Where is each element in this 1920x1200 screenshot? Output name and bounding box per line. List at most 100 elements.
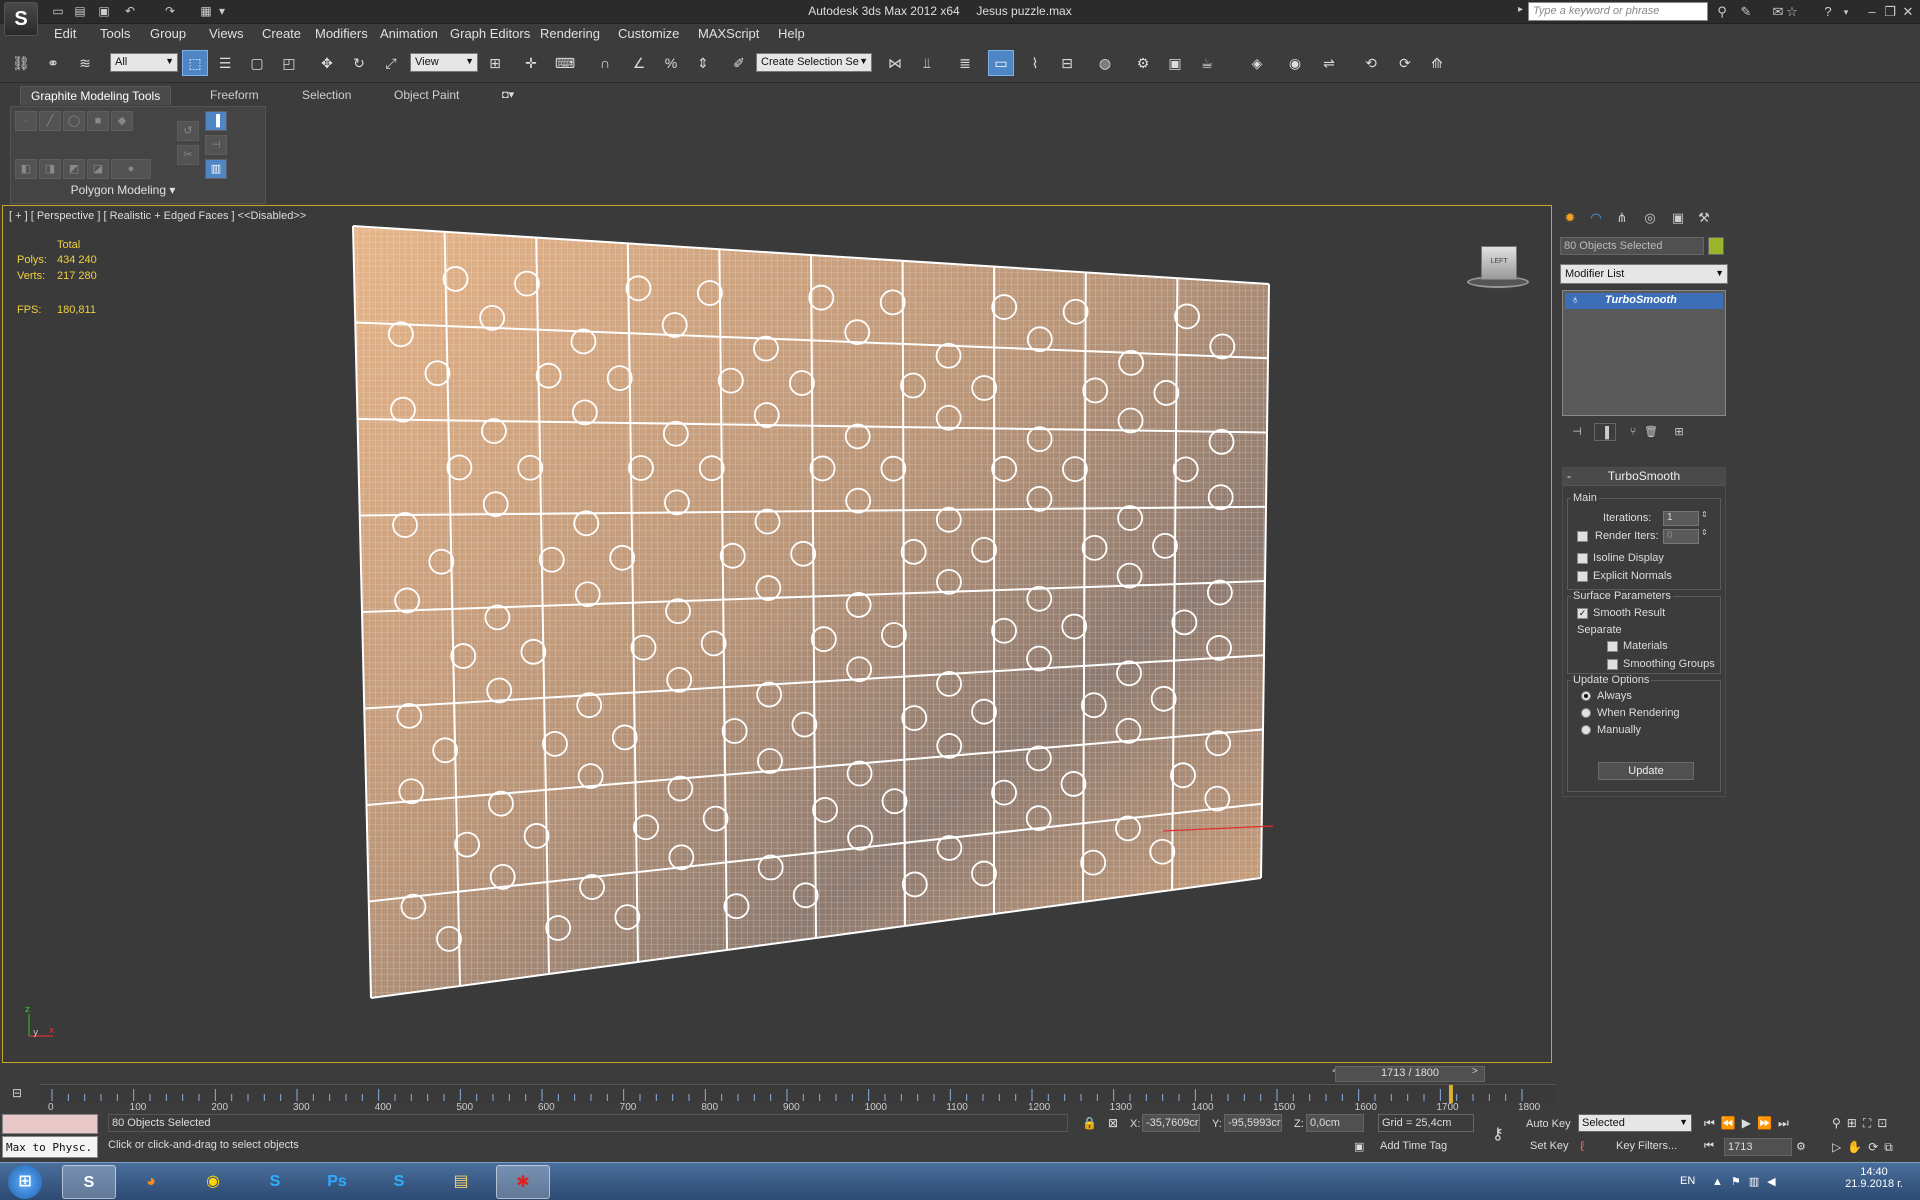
always-radio[interactable] [1581, 691, 1591, 701]
menu-rendering[interactable]: Rendering [540, 26, 600, 41]
reference-coord-dropdown[interactable]: View ▼ [410, 53, 478, 72]
mini-curve-editor-icon[interactable]: ⊟ [2, 1086, 32, 1104]
physx-reset-icon[interactable]: ⟰ [1424, 50, 1450, 76]
object-name-field[interactable]: 80 Objects Selected [1560, 237, 1704, 255]
link-icon[interactable]: ⛓ [8, 50, 34, 76]
pan-icon[interactable]: ✋ [1847, 1140, 1868, 1154]
angle-snap-icon[interactable]: ∠ [626, 50, 652, 76]
select-by-name-icon[interactable]: ☰ [212, 50, 238, 76]
physx-tool-3-icon[interactable]: ⇌ [1316, 50, 1342, 76]
clock[interactable]: 14:40 21.9.2018 г. [1834, 1166, 1914, 1190]
layer-manager-icon[interactable]: ≣ [952, 50, 978, 76]
maxscript-listener-pink[interactable] [2, 1114, 98, 1134]
mirror-icon[interactable]: ⋈ [882, 50, 908, 76]
menu-customize[interactable]: Customize [618, 26, 679, 41]
previous-modifier-icon[interactable]: ◧ [15, 159, 37, 179]
window-crossing-icon[interactable]: ◰ [276, 50, 302, 76]
move-icon[interactable]: ✥ [314, 50, 340, 76]
add-time-tag[interactable]: Add Time Tag [1380, 1140, 1447, 1152]
open-file-icon[interactable]: ▤ [70, 2, 90, 20]
hierarchy-panel-icon[interactable]: ⋔ [1610, 207, 1634, 229]
taskbar-chrome-icon[interactable]: ◉ [186, 1165, 240, 1199]
create-panel-icon[interactable]: ✹ [1558, 207, 1582, 229]
viewport-label[interactable]: [ + ] [ Perspective ] [ Realistic + Edge… [9, 210, 306, 222]
materials-checkbox[interactable] [1607, 641, 1618, 652]
tab-freeform[interactable]: Freeform [200, 86, 269, 105]
physx-step-icon[interactable]: ⟳ [1392, 50, 1418, 76]
search-expand-icon[interactable]: ▸ [1518, 4, 1523, 15]
explicit-normals-checkbox[interactable] [1577, 571, 1588, 582]
menu-tools[interactable]: Tools [100, 26, 130, 41]
menu-graph-editors[interactable]: Graph Editors [450, 26, 530, 41]
restore-icon[interactable]: ❐ [1880, 2, 1900, 22]
menu-modifiers[interactable]: Modifiers [315, 26, 368, 41]
viewcube-box[interactable]: LEFT FRONT [1481, 246, 1517, 295]
tab-object-paint[interactable]: Object Paint [384, 86, 469, 105]
zoom-extents-icon[interactable]: ⛶ [1863, 1116, 1877, 1130]
tray-show-hidden-icon[interactable]: ▲ [1712, 1176, 1731, 1188]
previous-frame-icon[interactable]: ⏪ [1721, 1116, 1742, 1130]
bulb-icon[interactable]: ♁ [1571, 294, 1579, 306]
key-mode-dropdown[interactable]: Selected ▼ [1578, 1114, 1692, 1132]
menu-animation[interactable]: Animation [380, 26, 438, 41]
show-end-result-icon[interactable]: ◪ [87, 159, 109, 179]
save-file-icon[interactable]: ▣ [94, 2, 114, 20]
key-mode-toggle-icon[interactable]: ⏮ [1704, 1140, 1714, 1153]
edge-level-icon[interactable]: ╱ [39, 111, 61, 131]
start-orb-icon[interactable]: ⊞ [8, 1165, 42, 1199]
spinner-arrows-icon[interactable]: ⇕ [1701, 510, 1708, 519]
snap-toggle-icon[interactable]: ∩ [592, 50, 618, 76]
taskbar-photoshop-icon[interactable]: Ps [310, 1165, 364, 1199]
quick-slice-icon[interactable]: ✂ [177, 145, 199, 165]
motion-panel-icon[interactable]: ◎ [1638, 207, 1662, 229]
z-coordinate-field[interactable]: 0,0cm [1306, 1114, 1364, 1132]
select-object-icon[interactable]: ⬚ [182, 50, 208, 76]
spinner-snap-icon[interactable]: ⇕ [690, 50, 716, 76]
minimize-icon[interactable]: – [1862, 2, 1882, 22]
schematic-view-icon[interactable]: ⊟ [1054, 50, 1080, 76]
physx-simulate-icon[interactable]: ⟲ [1358, 50, 1384, 76]
search-input[interactable]: Type a keyword or phrase [1528, 2, 1708, 21]
rendered-frame-icon[interactable]: ▣ [1162, 50, 1188, 76]
project-folder-icon[interactable]: ▦ [196, 2, 216, 20]
time-config-icon[interactable]: ⚙ [1796, 1140, 1806, 1153]
viewcube[interactable]: LEFT FRONT [1461, 244, 1531, 295]
render-setup-icon[interactable]: ⚙ [1130, 50, 1156, 76]
auto-key-button[interactable]: Auto Key [1526, 1118, 1571, 1130]
zoom-extents-all-icon[interactable]: ⊡ [1877, 1116, 1893, 1130]
rotate-icon[interactable]: ↻ [346, 50, 372, 76]
play-icon[interactable]: ▶ [1742, 1116, 1757, 1130]
menu-edit[interactable]: Edit [54, 26, 76, 41]
orbit-icon[interactable]: ⟳ [1868, 1140, 1884, 1154]
isoline-display-checkbox[interactable] [1577, 553, 1588, 564]
iterations-spinner[interactable]: 1 [1663, 511, 1699, 526]
align-icon[interactable]: ⫫ [914, 50, 940, 76]
bind-spacewarp-icon[interactable]: ≋ [72, 50, 98, 76]
next-modifier-icon[interactable]: ◨ [39, 159, 61, 179]
ribbon-options-icon[interactable]: ◘▾ [502, 88, 514, 101]
scale-icon[interactable]: ⤢ [378, 50, 404, 76]
named-selection-dropdown[interactable]: Create Selection Se ▼ [756, 53, 872, 72]
taskbar-file-explorer-icon[interactable]: ▤ [434, 1165, 488, 1199]
close-icon[interactable]: ✕ [1898, 2, 1918, 22]
favorites-star-icon[interactable]: ☆ [1782, 2, 1802, 22]
undo-icon[interactable]: ↶ [120, 2, 140, 20]
rollout-header[interactable]: - TurboSmooth [1563, 468, 1725, 486]
rectangular-selection-icon[interactable]: ▢ [244, 50, 270, 76]
modify-panel-icon[interactable]: ◠ [1584, 207, 1608, 229]
polygon-level-icon[interactable]: ■ [87, 111, 109, 131]
go-to-start-icon[interactable]: ⏮ [1704, 1116, 1721, 1130]
menu-views[interactable]: Views [209, 26, 243, 41]
app-logo[interactable]: S [4, 2, 38, 36]
tab-graphite-modeling-tools[interactable]: Graphite Modeling Tools [20, 86, 172, 105]
smoothing-groups-checkbox[interactable] [1607, 659, 1618, 670]
manually-radio[interactable] [1581, 725, 1591, 735]
set-key-button[interactable]: Set Key [1530, 1140, 1569, 1152]
render-iters-spinner[interactable]: 0 [1663, 529, 1699, 544]
set-keys-key-icon[interactable]: ⚷ [1492, 1124, 1504, 1144]
spinner-arrows-icon[interactable]: ⇕ [1701, 528, 1708, 537]
tray-volume-icon[interactable]: ◀ [1767, 1176, 1783, 1188]
display-panel-icon[interactable]: ▣ [1666, 207, 1690, 229]
time-slider[interactable]: 1713 / 1800 [1335, 1066, 1485, 1082]
material-editor-icon[interactable]: ◍ [1092, 50, 1118, 76]
